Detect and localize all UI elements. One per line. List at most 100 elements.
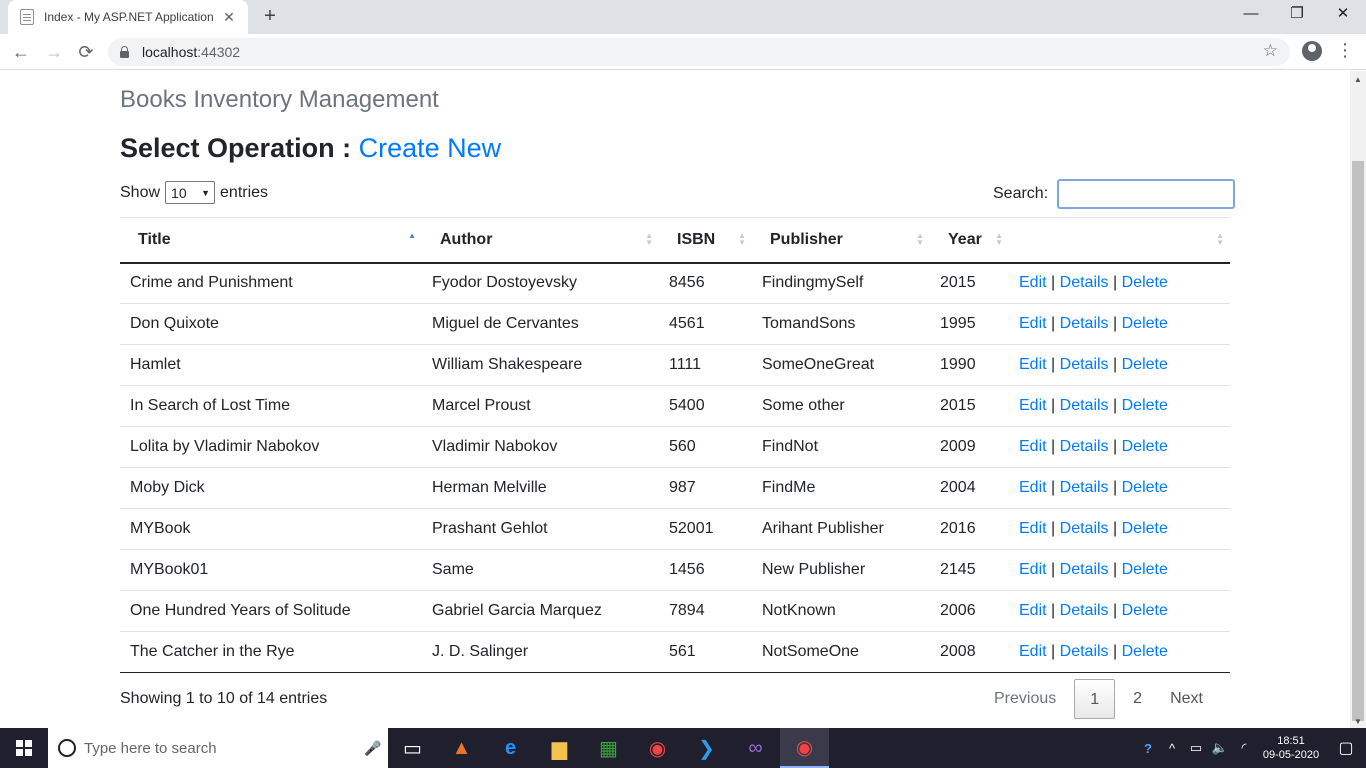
sort-arrows-icon: ▲▼ bbox=[995, 231, 1003, 247]
back-button[interactable]: ← bbox=[7, 38, 35, 66]
delete-link[interactable]: Delete bbox=[1122, 643, 1168, 660]
next-page-button[interactable]: Next bbox=[1156, 679, 1217, 719]
delete-link[interactable]: Delete bbox=[1122, 397, 1168, 414]
column-header-year[interactable]: Year ▲ ▼ bbox=[930, 217, 1009, 264]
column-header-publisher[interactable]: Publisher ▲ ▼ bbox=[752, 217, 930, 264]
clock-time: 18:51 bbox=[1277, 735, 1305, 747]
chevron-up-icon[interactable]: ^ bbox=[1160, 741, 1184, 756]
edit-link[interactable]: Edit bbox=[1019, 602, 1047, 619]
visual-studio-icon[interactable]: ∞ bbox=[731, 728, 780, 768]
column-header-label: Publisher bbox=[770, 230, 843, 248]
details-link[interactable]: Details bbox=[1060, 479, 1109, 496]
minimize-button[interactable]: — bbox=[1228, 0, 1274, 30]
cell-isbn: 1456 bbox=[659, 549, 752, 591]
scroll-up-icon[interactable]: ▲ bbox=[1354, 75, 1362, 84]
cell-title: Moby Dick bbox=[120, 467, 422, 509]
delete-link[interactable]: Delete bbox=[1122, 561, 1168, 578]
vscode-icon[interactable]: ❯ bbox=[682, 728, 731, 768]
profile-avatar-icon[interactable] bbox=[1302, 41, 1322, 61]
notifications-icon[interactable]: ▢ bbox=[1326, 738, 1366, 758]
edit-link[interactable]: Edit bbox=[1019, 397, 1047, 414]
cell-isbn: 4561 bbox=[659, 303, 752, 345]
details-link[interactable]: Details bbox=[1060, 520, 1109, 537]
browser-menu-icon[interactable]: ⋮ bbox=[1336, 40, 1354, 60]
bookmark-star-icon[interactable]: ☆ bbox=[1263, 41, 1278, 61]
start-button[interactable] bbox=[0, 728, 48, 768]
cell-title: MYBook01 bbox=[120, 549, 422, 591]
volume-icon[interactable]: 🔈 bbox=[1208, 740, 1232, 756]
cell-actions: Edit | Details | Delete bbox=[1009, 344, 1230, 386]
forward-button[interactable]: → bbox=[40, 38, 68, 66]
lock-icon[interactable] bbox=[120, 45, 129, 58]
column-header-actions[interactable]: ▲ ▼ bbox=[1009, 217, 1230, 264]
battery-icon[interactable]: ▭ bbox=[1184, 740, 1208, 756]
reload-button[interactable]: ⟳ bbox=[72, 38, 100, 66]
help-icon[interactable]: ? bbox=[1136, 741, 1160, 756]
delete-link[interactable]: Delete bbox=[1122, 479, 1168, 496]
task-view-icon[interactable]: ▭ bbox=[388, 728, 437, 768]
details-link[interactable]: Details bbox=[1060, 315, 1109, 332]
edit-link[interactable]: Edit bbox=[1019, 315, 1047, 332]
delete-link[interactable]: Delete bbox=[1122, 520, 1168, 537]
taskbar-clock[interactable]: 18:51 09-05-2020 bbox=[1256, 734, 1326, 762]
chrome-active-icon[interactable]: ◉ bbox=[780, 728, 829, 768]
entries-per-page-select[interactable]: 10 ▼ bbox=[165, 181, 216, 204]
edge-icon[interactable]: e bbox=[486, 728, 535, 768]
details-link[interactable]: Details bbox=[1060, 274, 1109, 291]
details-link[interactable]: Details bbox=[1060, 356, 1109, 373]
create-new-link[interactable]: Create New bbox=[359, 133, 502, 163]
matlab-icon[interactable]: ▲ bbox=[437, 728, 486, 768]
chrome-icon[interactable]: ◉ bbox=[633, 728, 682, 768]
search-input[interactable] bbox=[1057, 179, 1236, 209]
microphone-icon[interactable]: 🎤 bbox=[358, 740, 388, 757]
scrollbar-thumb[interactable] bbox=[1352, 161, 1364, 721]
table-row: Lolita by Vladimir Nabokov Vladimir Nabok… bbox=[120, 426, 1230, 468]
edit-link[interactable]: Edit bbox=[1019, 520, 1047, 537]
delete-link[interactable]: Delete bbox=[1122, 438, 1168, 455]
file-explorer-icon[interactable]: ▆ bbox=[535, 728, 584, 768]
details-link[interactable]: Details bbox=[1060, 561, 1109, 578]
page-1-button[interactable]: 1 bbox=[1074, 679, 1116, 719]
page-scrollbar[interactable]: ▲ ▼ bbox=[1350, 71, 1366, 728]
spreadsheet-app-icon[interactable]: ▦ bbox=[584, 728, 633, 768]
page-2-button[interactable]: 2 bbox=[1119, 679, 1156, 719]
delete-link[interactable]: Delete bbox=[1122, 356, 1168, 373]
dropdown-arrow-icon: ▼ bbox=[201, 187, 211, 198]
cell-title: In Search of Lost Time bbox=[120, 385, 422, 427]
address-bar[interactable]: localhost:44302 ☆ bbox=[108, 38, 1290, 66]
edit-link[interactable]: Edit bbox=[1019, 274, 1047, 291]
wifi-icon[interactable]: ◜ bbox=[1232, 740, 1256, 756]
new-tab-button[interactable]: + bbox=[258, 5, 282, 29]
edit-link[interactable]: Edit bbox=[1019, 561, 1047, 578]
cell-title: The Catcher in the Rye bbox=[120, 631, 422, 673]
edit-link[interactable]: Edit bbox=[1019, 479, 1047, 496]
delete-link[interactable]: Delete bbox=[1122, 602, 1168, 619]
sort-arrows-icon: ▲▼ bbox=[916, 231, 924, 247]
maximize-button[interactable]: ❐ bbox=[1274, 0, 1320, 30]
table-info: Showing 1 to 10 of 14 entries bbox=[120, 690, 328, 707]
window-close-button[interactable]: ✕ bbox=[1320, 0, 1366, 30]
cell-author: Same bbox=[422, 549, 659, 591]
details-link[interactable]: Details bbox=[1060, 643, 1109, 660]
browser-tab[interactable]: Index - My ASP.NET Application ✕ bbox=[8, 0, 248, 34]
action-separator: | bbox=[1051, 479, 1056, 496]
cell-title: Lolita by Vladimir Nabokov bbox=[120, 426, 422, 468]
edit-link[interactable]: Edit bbox=[1019, 438, 1047, 455]
clock-date: 09-05-2020 bbox=[1262, 749, 1320, 761]
delete-link[interactable]: Delete bbox=[1122, 274, 1168, 291]
taskbar-search[interactable]: Type here to search 🎤 bbox=[48, 728, 388, 768]
details-link[interactable]: Details bbox=[1060, 397, 1109, 414]
tab-close-icon[interactable]: ✕ bbox=[220, 9, 238, 26]
column-header-isbn[interactable]: ISBN ▲ ▼ bbox=[659, 217, 752, 264]
column-header-title[interactable]: Title ▲▼ bbox=[120, 217, 422, 264]
column-header-author[interactable]: Author ▲ ▼ bbox=[422, 217, 659, 264]
edit-link[interactable]: Edit bbox=[1019, 356, 1047, 373]
previous-page-button[interactable]: Previous bbox=[980, 679, 1070, 719]
edit-link[interactable]: Edit bbox=[1019, 643, 1047, 660]
cell-title: Hamlet bbox=[120, 344, 422, 386]
scroll-down-icon[interactable]: ▼ bbox=[1354, 717, 1362, 726]
delete-link[interactable]: Delete bbox=[1122, 315, 1168, 332]
browser-toolbar: ← → ⟳ localhost:44302 ☆ bbox=[0, 34, 1366, 70]
details-link[interactable]: Details bbox=[1060, 438, 1109, 455]
details-link[interactable]: Details bbox=[1060, 602, 1109, 619]
